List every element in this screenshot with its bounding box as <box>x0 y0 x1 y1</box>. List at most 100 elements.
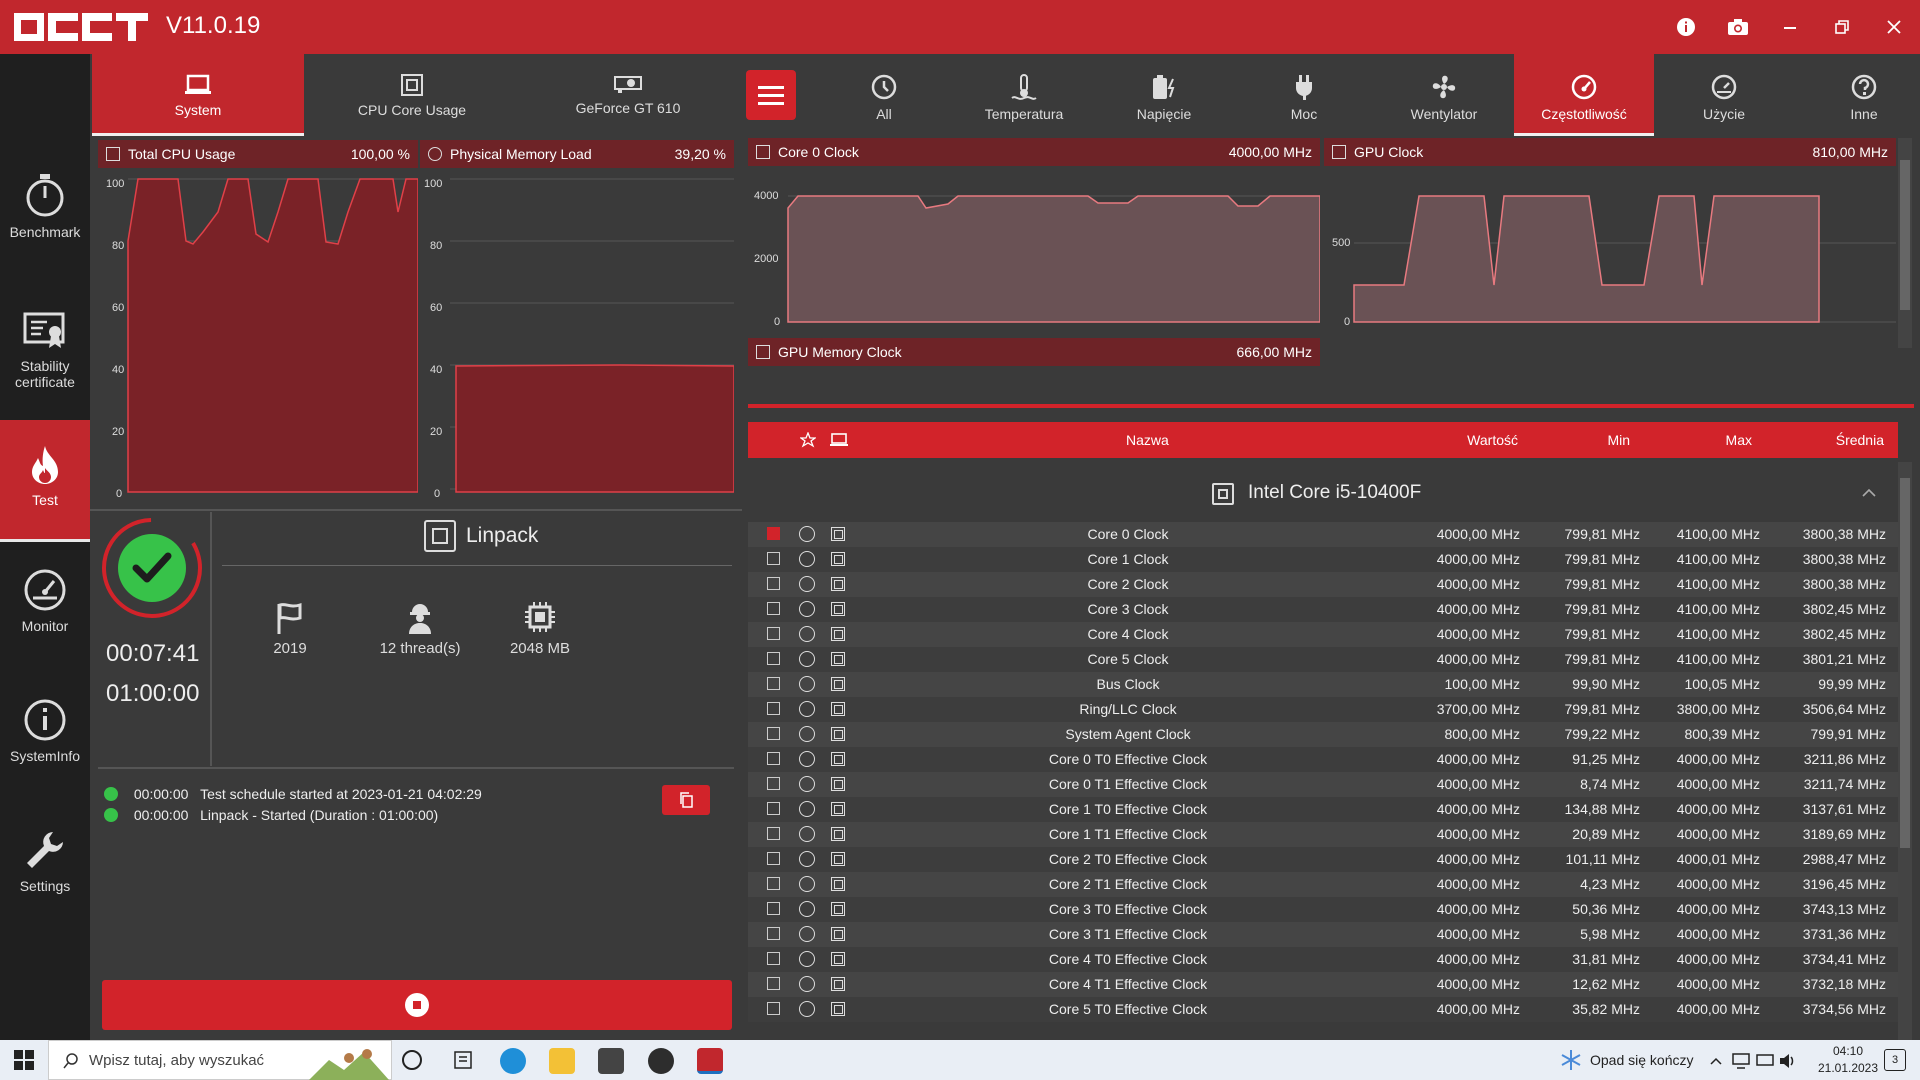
chevron-up-icon[interactable] <box>1862 488 1876 498</box>
clock-date[interactable]: 21.01.2023 <box>1804 1061 1892 1075</box>
row-checkbox[interactable] <box>767 1002 780 1015</box>
chevron-up-icon[interactable] <box>1710 1057 1722 1065</box>
tab-czestotliwosc[interactable]: Częstotliwość <box>1514 54 1654 136</box>
tab-temperatura[interactable]: Temperatura <box>954 54 1094 136</box>
minimize-icon[interactable] <box>1776 13 1804 41</box>
chart-scrollbar[interactable] <box>1898 138 1912 348</box>
table-row[interactable]: Core 0 T1 Effective Clock 4000,00 MHz 8,74… <box>748 772 1898 797</box>
table-row[interactable]: System Agent Clock 800,00 MHz 799,22 MHz 80… <box>748 722 1898 747</box>
sidebar-item-systeminfo[interactable]: SystemInfo <box>0 698 90 822</box>
tab-inne[interactable]: Inne <box>1794 54 1920 136</box>
column-header-value[interactable]: Wartość <box>1467 432 1518 448</box>
row-checkbox[interactable] <box>767 827 780 840</box>
notifications-icon[interactable]: 3 <box>1884 1049 1906 1071</box>
table-row[interactable]: Core 3 Clock 4000,00 MHz 799,81 MHz 4100,00… <box>748 597 1898 622</box>
row-checkbox[interactable] <box>767 927 780 940</box>
table-row[interactable]: Core 5 T0 Effective Clock 4000,00 MHz 35,8… <box>748 997 1898 1022</box>
row-checkbox[interactable] <box>767 602 780 615</box>
table-row[interactable]: Core 2 T0 Effective Clock 4000,00 MHz 101,… <box>748 847 1898 872</box>
row-checkbox[interactable] <box>767 877 780 890</box>
table-row[interactable]: Core 2 Clock 4000,00 MHz 799,81 MHz 4100,00… <box>748 572 1898 597</box>
clock-time[interactable]: 04:10 <box>1818 1044 1878 1058</box>
column-header-avg[interactable]: Średnia <box>1836 432 1884 448</box>
sensor-max: 4100,00 MHz <box>1676 651 1760 667</box>
star-icon[interactable] <box>800 432 816 448</box>
tab-geforce-gt-610[interactable]: GeForce GT 610 <box>520 54 736 136</box>
sidebar-item-stability-certificate[interactable]: Stability certificate <box>0 312 90 436</box>
file-explorer-icon[interactable] <box>549 1048 575 1074</box>
photos-app-icon[interactable] <box>648 1048 674 1074</box>
tab-napiecie[interactable]: Napięcie <box>1094 54 1234 136</box>
row-checkbox[interactable] <box>767 527 780 540</box>
task-view-icon[interactable] <box>402 1050 422 1070</box>
table-row[interactable]: Core 1 T0 Effective Clock 4000,00 MHz 134,… <box>748 797 1898 822</box>
sensor-avg: 3734,56 MHz <box>1802 1001 1886 1017</box>
table-row[interactable]: Core 4 Clock 4000,00 MHz 799,81 MHz 4100,00… <box>748 622 1898 647</box>
tab-all[interactable]: All <box>814 54 954 136</box>
table-row[interactable]: Core 4 T1 Effective Clock 4000,00 MHz 12,6… <box>748 972 1898 997</box>
sidebar-item-monitor[interactable]: Monitor <box>0 568 90 692</box>
row-checkbox[interactable] <box>767 902 780 915</box>
table-row[interactable]: Core 1 Clock 4000,00 MHz 799,81 MHz 4100,00… <box>748 547 1898 572</box>
sensor-value: 4000,00 MHz <box>1436 976 1520 992</box>
stop-test-button[interactable] <box>102 980 732 1030</box>
table-row[interactable]: Core 4 T0 Effective Clock 4000,00 MHz 31,8… <box>748 947 1898 972</box>
tab-wentylator[interactable]: Wentylator <box>1374 54 1514 136</box>
row-checkbox[interactable] <box>767 952 780 965</box>
menu-button[interactable] <box>746 70 796 120</box>
occt-taskbar-icon[interactable] <box>697 1048 723 1074</box>
windows-start-icon[interactable] <box>14 1050 34 1070</box>
table-row[interactable]: Core 2 T1 Effective Clock 4000,00 MHz 4,23… <box>748 872 1898 897</box>
row-checkbox[interactable] <box>767 627 780 640</box>
weather-status[interactable]: Opad się kończy <box>1590 1052 1694 1068</box>
row-checkbox[interactable] <box>767 852 780 865</box>
edge-browser-icon[interactable] <box>500 1048 526 1074</box>
row-checkbox[interactable] <box>767 702 780 715</box>
column-header-min[interactable]: Min <box>1607 432 1630 448</box>
sensor-min: 20,89 MHz <box>1572 826 1640 842</box>
table-row[interactable]: Core 3 T1 Effective Clock 4000,00 MHz 5,98… <box>748 922 1898 947</box>
laptop-icon[interactable] <box>830 433 848 447</box>
row-checkbox[interactable] <box>767 977 780 990</box>
mail-icon[interactable] <box>598 1048 624 1074</box>
table-row[interactable]: Bus Clock 100,00 MHz 99,90 MHz 100,05 MHz 99… <box>748 672 1898 697</box>
restore-icon[interactable] <box>1828 13 1856 41</box>
row-checkbox[interactable] <box>767 552 780 565</box>
tab-uzycie[interactable]: Użycie <box>1654 54 1794 136</box>
taskbar-search-input[interactable]: Wpisz tutaj, aby wyszukać <box>48 1040 392 1080</box>
table-row[interactable]: Core 0 Clock 4000,00 MHz 799,81 MHz 4100,00… <box>748 522 1898 547</box>
sidebar-item-benchmark[interactable]: Benchmark <box>0 172 90 296</box>
row-checkbox[interactable] <box>767 727 780 740</box>
table-row[interactable]: Core 1 T1 Effective Clock 4000,00 MHz 20,8… <box>748 822 1898 847</box>
tab-system[interactable]: System <box>92 54 304 136</box>
row-checkbox[interactable] <box>767 752 780 765</box>
info-icon[interactable] <box>1672 13 1700 41</box>
close-icon[interactable] <box>1880 13 1908 41</box>
table-scrollbar[interactable] <box>1898 462 1912 1040</box>
row-checkbox[interactable] <box>767 802 780 815</box>
display-icon[interactable] <box>1756 1053 1774 1069</box>
sensor-min: 8,74 MHz <box>1580 776 1640 792</box>
volume-icon[interactable] <box>1778 1053 1796 1069</box>
tab-cpu-core-usage[interactable]: CPU Core Usage <box>304 54 520 136</box>
table-row[interactable]: Core 0 T0 Effective Clock 4000,00 MHz 91,2… <box>748 747 1898 772</box>
row-checkbox[interactable] <box>767 577 780 590</box>
column-header-max[interactable]: Max <box>1726 432 1752 448</box>
device-group-header[interactable]: Intel Core i5-10400F <box>748 458 1898 522</box>
splitter-handle[interactable] <box>748 404 1914 408</box>
row-checkbox[interactable] <box>767 652 780 665</box>
tab-moc[interactable]: Moc <box>1234 54 1374 136</box>
widgets-icon[interactable] <box>452 1049 474 1071</box>
monitor-tabs: All Temperatura Napięcie Moc Wentylator … <box>814 54 1920 136</box>
table-row[interactable]: Core 5 Clock 4000,00 MHz 799,81 MHz 4100,00… <box>748 647 1898 672</box>
sidebar-item-settings[interactable]: Settings <box>0 828 90 952</box>
table-row[interactable]: Core 3 T0 Effective Clock 4000,00 MHz 50,3… <box>748 897 1898 922</box>
copy-log-button[interactable] <box>662 785 710 815</box>
table-row[interactable]: Ring/LLC Clock 3700,00 MHz 799,81 MHz 3800,… <box>748 697 1898 722</box>
sidebar-item-test[interactable]: Test <box>0 420 90 542</box>
network-icon[interactable] <box>1732 1053 1750 1069</box>
camera-icon[interactable] <box>1724 13 1752 41</box>
row-checkbox[interactable] <box>767 777 780 790</box>
column-header-name[interactable]: Nazwa <box>1126 432 1169 448</box>
row-checkbox[interactable] <box>767 677 780 690</box>
